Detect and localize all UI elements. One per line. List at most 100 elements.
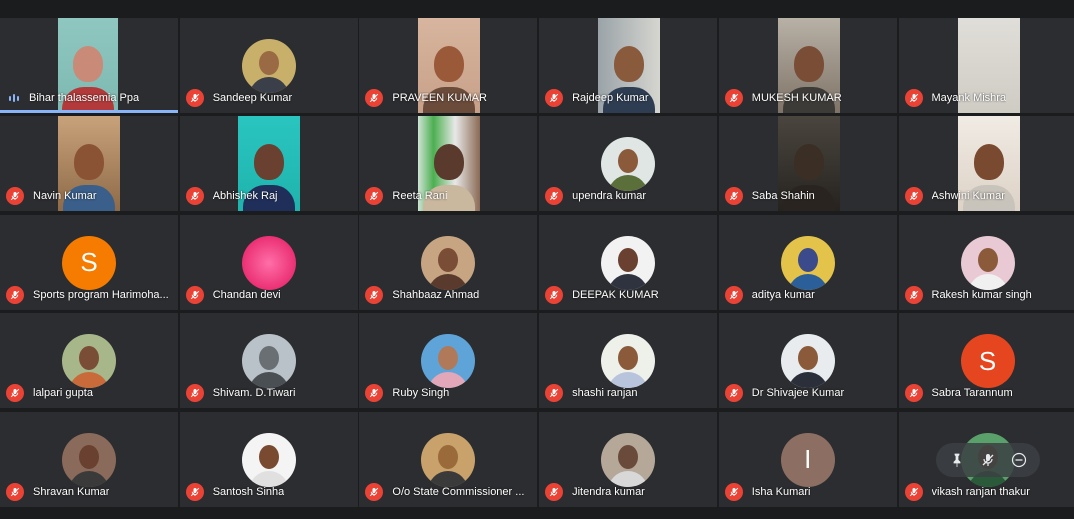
participant-label: Mayank Mishra xyxy=(904,89,1007,107)
mic-muted-icon xyxy=(724,187,743,206)
participant-tile[interactable]: Shravan Kumar xyxy=(0,411,178,507)
participant-name: Jitendra kumar xyxy=(572,485,645,498)
participant-label: Chandan devi xyxy=(185,285,281,304)
mic-muted-icon xyxy=(365,384,384,403)
participant-tile[interactable]: Ashwini Kumar xyxy=(898,116,1074,212)
participant-tile[interactable]: MUKESH KUMAR xyxy=(718,18,897,113)
participant-tile[interactable]: upendra kumar xyxy=(539,116,718,212)
participant-avatar xyxy=(421,235,476,290)
mic-muted-icon xyxy=(185,384,204,403)
participant-avatar xyxy=(62,334,116,389)
mic-muted-icon xyxy=(365,285,384,304)
participant-tile[interactable]: Rajdeep Kumar xyxy=(539,18,718,113)
top-bar xyxy=(0,0,1074,18)
pin-icon[interactable] xyxy=(945,448,969,472)
participant-tile[interactable]: Ruby Singh xyxy=(359,313,538,409)
participant-tile[interactable]: I Isha Kumari xyxy=(718,411,897,507)
participant-tile[interactable]: S Sports program Harimoha... xyxy=(0,214,178,310)
participant-name: Rakesh kumar singh xyxy=(931,288,1032,301)
mic-muted-icon xyxy=(904,482,923,501)
mic-muted-icon xyxy=(545,384,564,403)
participant-avatar xyxy=(601,235,656,290)
participant-label: Reeta Rani xyxy=(365,187,448,206)
mic-muted-icon xyxy=(545,89,564,107)
participant-tile[interactable]: Chandan devi xyxy=(179,214,358,310)
participant-tile[interactable]: shashi ranjan xyxy=(539,313,718,409)
participant-label: Isha Kumari xyxy=(724,482,811,501)
participant-name: Dr Shivajee Kumar xyxy=(751,387,845,400)
participant-name: aditya kumar xyxy=(751,288,815,301)
participant-tile[interactable]: PRAVEEN KUMAR xyxy=(359,18,538,113)
participant-name: Sandeep Kumar xyxy=(212,92,293,104)
participant-tile[interactable]: Sandeep Kumar xyxy=(179,18,358,113)
participant-tile[interactable]: O/o State Commissioner ... xyxy=(359,411,538,507)
participant-name: Sabra Tarannum xyxy=(931,387,1013,400)
participant-name: Ruby Singh xyxy=(392,387,450,400)
mic-muted-icon xyxy=(724,89,743,107)
participant-tile[interactable]: Rakesh kumar singh xyxy=(898,214,1074,310)
participant-label: Sports program Harimoha... xyxy=(6,285,169,304)
mic-muted-icon xyxy=(365,482,384,501)
participant-tile[interactable]: DEEPAK KUMAR xyxy=(539,214,718,310)
participant-tile[interactable]: Bihar thalassemia Ppa xyxy=(0,18,178,113)
participant-name: Reeta Rani xyxy=(392,190,448,203)
participant-label: Sandeep Kumar xyxy=(185,89,293,107)
participant-label: vikash ranjan thakur xyxy=(904,482,1030,501)
participant-label: DEEPAK KUMAR xyxy=(545,285,659,304)
participant-label: MUKESH KUMAR xyxy=(724,89,842,107)
participant-tile[interactable]: Dr Shivajee Kumar xyxy=(718,313,897,409)
participant-label: Bihar thalassemia Ppa xyxy=(6,89,139,107)
participant-name: Mayank Mishra xyxy=(931,92,1007,104)
participant-tile[interactable]: Shahbaaz Ahmad xyxy=(359,214,538,310)
participant-name: vikash ranjan thakur xyxy=(931,485,1030,498)
participant-name: Abhishek Raj xyxy=(212,190,278,203)
participant-label: Shravan Kumar xyxy=(6,482,110,501)
participant-tile[interactable]: Saba Shahin xyxy=(718,116,897,212)
mic-muted-icon xyxy=(185,89,204,107)
speaking-indicator-icon xyxy=(6,89,22,107)
participant-tile[interactable]: S Sabra Tarannum xyxy=(898,313,1074,409)
participant-label: Ashwini Kumar xyxy=(904,187,1005,206)
participant-avatar xyxy=(62,432,116,487)
participant-tile[interactable]: Jitendra kumar xyxy=(539,411,718,507)
participant-label: Rajdeep Kumar xyxy=(545,89,649,107)
mic-muted-icon xyxy=(545,187,564,206)
mic-muted-icon xyxy=(6,285,24,304)
participant-tile[interactable]: Reeta Rani xyxy=(359,116,538,212)
participant-avatar xyxy=(241,334,296,389)
mic-muted-icon xyxy=(185,482,204,501)
remove-icon[interactable] xyxy=(1007,448,1031,472)
mute-icon[interactable] xyxy=(976,448,1000,472)
participant-label: Saba Shahin xyxy=(724,187,815,206)
mic-muted-icon xyxy=(904,285,923,304)
tile-hover-controls xyxy=(936,443,1040,477)
participant-label: Rakesh kumar singh xyxy=(904,285,1032,304)
mic-muted-icon xyxy=(724,384,743,403)
mic-muted-icon xyxy=(904,384,923,403)
participant-name: Shivam. D.Tiwari xyxy=(212,387,296,400)
participant-avatar xyxy=(421,334,476,389)
mic-muted-icon xyxy=(904,187,923,206)
participant-name: Saba Shahin xyxy=(751,190,815,203)
participant-label: Shivam. D.Tiwari xyxy=(185,384,296,403)
participant-label: Shahbaaz Ahmad xyxy=(365,285,479,304)
participant-name: Shravan Kumar xyxy=(33,485,110,498)
participant-tile[interactable]: Abhishek Raj xyxy=(179,116,358,212)
participant-tile[interactable]: Shivam. D.Tiwari xyxy=(179,313,358,409)
participant-tile[interactable]: lalpari gupta xyxy=(0,313,178,409)
participant-tile[interactable]: Santosh Sinha xyxy=(179,411,358,507)
participant-tile[interactable]: aditya kumar xyxy=(718,214,897,310)
participant-tile[interactable]: Mayank Mishra xyxy=(898,18,1074,113)
participant-initial-avatar: I xyxy=(780,432,835,487)
participant-label: Abhishek Raj xyxy=(185,187,278,206)
participant-tile[interactable]: Navin Kumar xyxy=(0,116,178,212)
participant-label: aditya kumar xyxy=(724,285,815,304)
participant-label: upendra kumar xyxy=(545,187,647,206)
mic-muted-icon xyxy=(724,482,743,501)
participant-name: Bihar thalassemia Ppa xyxy=(29,92,140,104)
participant-name: DEEPAK KUMAR xyxy=(572,288,659,301)
participant-label: Dr Shivajee Kumar xyxy=(724,384,845,403)
participant-name: lalpari gupta xyxy=(33,387,93,400)
participant-initial-avatar: S xyxy=(960,334,1015,389)
participant-name: upendra kumar xyxy=(572,190,647,203)
